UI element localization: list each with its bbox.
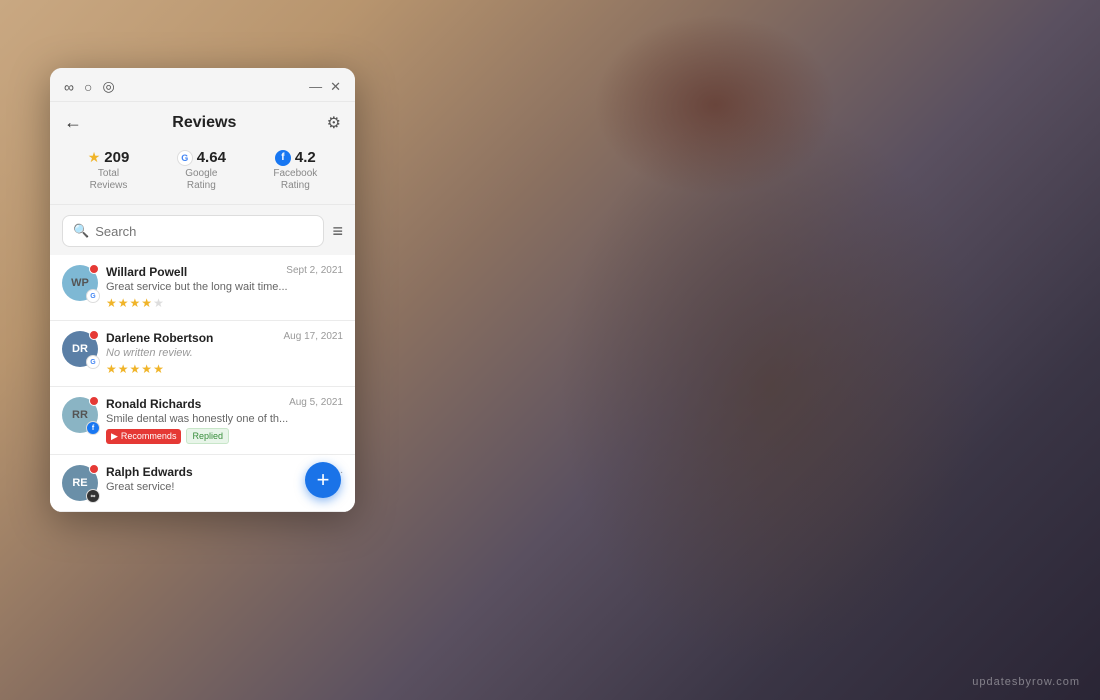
notification-dot <box>89 464 99 474</box>
google-rating-number: 4.64 <box>197 149 226 166</box>
total-reviews-label: TotalReviews <box>90 168 128 192</box>
table-row[interactable]: DR G Darlene Robertson Aug 17, 2021 No w… <box>50 321 355 387</box>
infinity-icon: ∞ <box>64 79 74 95</box>
filter-icon: ≡ <box>332 221 343 242</box>
recommends-tag: ▶ Recommends <box>106 429 181 444</box>
source-badge-other: ∞ <box>86 489 100 503</box>
reviews-panel: ∞ ○ ◎ — ✕ ← Reviews ⚙ ★ 209 TotalReviews… <box>50 68 355 512</box>
review-header: Darlene Robertson Aug 17, 2021 <box>106 331 343 345</box>
table-row[interactable]: RR f Ronald Richards Aug 5, 2021 Smile d… <box>50 387 355 455</box>
search-input-wrap[interactable]: 🔍 <box>62 215 324 247</box>
source-badge-google: G <box>86 355 100 369</box>
review-content: Darlene Robertson Aug 17, 2021 No writte… <box>106 331 343 376</box>
reviewer-name: Darlene Robertson <box>106 331 213 345</box>
stat-facebook-rating: f 4.2 FacebookRating <box>273 149 317 192</box>
review-tags: ▶ Recommends Replied <box>106 428 343 444</box>
filter-button[interactable]: ≡ <box>332 221 343 242</box>
back-button[interactable]: ← <box>64 112 82 133</box>
avatar-wrap: WP G <box>62 265 98 301</box>
facebook-rating-label: FacebookRating <box>273 168 317 192</box>
replied-tag: Replied <box>186 428 229 444</box>
review-content: Willard Powell Sept 2, 2021 Great servic… <box>106 265 343 310</box>
star-icon: ★ <box>88 149 101 166</box>
notification-dot <box>89 330 99 340</box>
review-date: Aug 17, 2021 <box>284 331 344 342</box>
star-rating: ★ ★ ★ ★ ★ <box>106 362 343 376</box>
notification-dot <box>89 264 99 274</box>
panel-header: ← Reviews ⚙ <box>50 102 355 141</box>
reviewer-name: Ronald Richards <box>106 397 201 411</box>
search-icon: 🔍 <box>73 223 89 239</box>
avatar-initials: WP <box>71 277 89 289</box>
window-controls: — ✕ <box>309 80 341 93</box>
source-badge-google: G <box>86 289 100 303</box>
title-bar: ∞ ○ ◎ — ✕ <box>50 68 355 102</box>
facebook-icon: f <box>275 150 291 166</box>
google-icon: G <box>177 150 193 166</box>
review-text: Smile dental was honestly one of th... <box>106 413 343 425</box>
search-input[interactable] <box>95 224 313 239</box>
watermark: updatesbyrow.com <box>972 676 1080 688</box>
reviewer-name: Willard Powell <box>106 265 187 279</box>
settings-button[interactable]: ⚙ <box>327 113 341 133</box>
avatar-initials: DR <box>72 343 88 355</box>
review-text: No written review. <box>106 347 343 359</box>
app-icons: ∞ ○ ◎ <box>64 78 115 95</box>
avatar-wrap: RR f <box>62 397 98 433</box>
avatar-wrap: DR G <box>62 331 98 367</box>
avatar-wrap: RE ∞ <box>62 465 98 501</box>
review-date: Sept 2, 2021 <box>286 265 343 276</box>
total-reviews-number: 209 <box>104 149 129 166</box>
stat-total-reviews: ★ 209 TotalReviews <box>88 149 130 192</box>
source-badge-facebook: f <box>86 421 100 435</box>
close-button[interactable]: ✕ <box>330 80 341 93</box>
avatar-initials: RE <box>72 477 87 489</box>
stat-google-rating: G 4.64 GoogleRating <box>177 149 226 192</box>
facebook-rating-number: 4.2 <box>295 149 316 166</box>
review-text: Great service but the long wait time... <box>106 281 343 293</box>
google-rating-label: GoogleRating <box>185 168 217 192</box>
review-content: Ronald Richards Aug 5, 2021 Smile dental… <box>106 397 343 444</box>
panel-title: Reviews <box>172 114 236 132</box>
minimize-button[interactable]: — <box>309 80 322 93</box>
add-review-button[interactable]: + <box>305 462 341 498</box>
reviewer-name: Ralph Edwards <box>106 465 193 479</box>
review-header: Ronald Richards Aug 5, 2021 <box>106 397 343 411</box>
search-bar: 🔍 ≡ <box>50 205 355 255</box>
chat-icon: ○ <box>84 79 92 95</box>
stats-row: ★ 209 TotalReviews G 4.64 GoogleRating f… <box>50 141 355 205</box>
notification-dot <box>89 396 99 406</box>
review-header: Willard Powell Sept 2, 2021 <box>106 265 343 279</box>
avatar-initials: RR <box>72 409 88 421</box>
star-rating: ★ ★ ★ ★ ★ <box>106 296 343 310</box>
review-date: Aug 5, 2021 <box>289 397 343 408</box>
table-row[interactable]: WP G Willard Powell Sept 2, 2021 Great s… <box>50 255 355 321</box>
location-icon: ◎ <box>102 78 114 95</box>
